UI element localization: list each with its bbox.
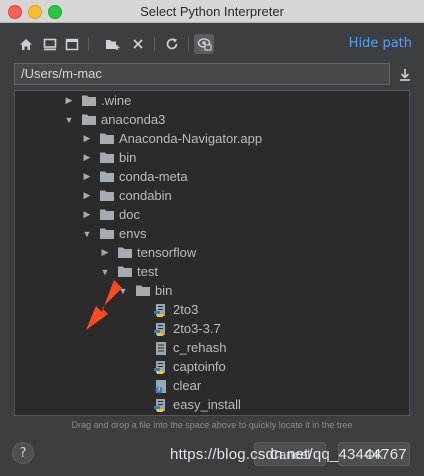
folder-icon bbox=[99, 151, 115, 164]
tree-row[interactable]: ▼ bin bbox=[117, 281, 173, 300]
folder-icon bbox=[99, 208, 115, 221]
toolbar-separator bbox=[154, 37, 155, 51]
tree-row-label: doc bbox=[119, 207, 140, 222]
folder-icon bbox=[81, 113, 97, 126]
tree-row-label: anaconda3 bbox=[101, 112, 166, 127]
tree-row-label: 2to3-3.7 bbox=[173, 321, 221, 336]
toolbar: Hide path bbox=[0, 30, 424, 58]
tree-row-label: clear bbox=[173, 378, 202, 393]
folder-icon bbox=[99, 189, 115, 202]
expanded-arrow-icon[interactable]: ▼ bbox=[99, 266, 111, 278]
folder-icon bbox=[135, 284, 151, 297]
tree-row-label: bin bbox=[119, 150, 137, 165]
toolbar-separator bbox=[188, 37, 189, 51]
collapsed-arrow-icon[interactable]: ▶ bbox=[99, 247, 111, 259]
folder-icon bbox=[99, 170, 115, 183]
hide-path-link[interactable]: Hide path bbox=[349, 36, 412, 51]
tree-row[interactable]: ▶ bin bbox=[81, 148, 137, 167]
tree-row-label: condabin bbox=[119, 188, 172, 203]
tree-row[interactable]: ▶ doc bbox=[81, 205, 140, 224]
tree-row[interactable]: ? clear bbox=[135, 376, 201, 395]
project-icon[interactable] bbox=[62, 34, 82, 54]
tree-row[interactable]: ▶ conda-meta bbox=[81, 167, 188, 186]
refresh-icon[interactable] bbox=[162, 34, 182, 54]
python-file-icon bbox=[153, 322, 169, 336]
home-icon[interactable] bbox=[16, 34, 36, 54]
tree-row-label: bin bbox=[155, 283, 173, 298]
tree-row[interactable]: c_rehash bbox=[135, 338, 226, 357]
title-bar: Select Python Interpreter bbox=[0, 0, 424, 23]
tree-row-label: captoinfo bbox=[173, 359, 226, 374]
svg-text:?: ? bbox=[157, 387, 160, 394]
toolbar-separator bbox=[88, 37, 89, 51]
tree-row-label: envs bbox=[119, 226, 147, 241]
collapsed-arrow-icon[interactable]: ▶ bbox=[81, 209, 93, 221]
expanded-arrow-icon[interactable]: ▼ bbox=[63, 114, 75, 126]
tree-row[interactable]: ▶ condabin bbox=[81, 186, 172, 205]
tree-row-label: Anaconda-Navigator.app bbox=[119, 131, 263, 146]
tree-row[interactable]: ▶ Anaconda-Navigator.app bbox=[81, 129, 263, 148]
help-button[interactable]: ? bbox=[12, 442, 34, 464]
tree-row[interactable]: 2to3 bbox=[135, 300, 198, 319]
tree-row[interactable]: ▶ .wine bbox=[63, 91, 132, 110]
drag-drop-hint: Drag and drop a file into the space abov… bbox=[71, 420, 353, 430]
window-title: Select Python Interpreter bbox=[140, 4, 284, 19]
tree-row[interactable]: captoinfo bbox=[135, 357, 226, 376]
tree-row-label: conda-meta bbox=[119, 169, 188, 184]
expanded-arrow-icon[interactable]: ▼ bbox=[81, 228, 93, 240]
text-file-icon bbox=[153, 341, 169, 355]
folder-icon bbox=[117, 265, 133, 278]
unknown-file-icon: ? bbox=[153, 379, 169, 394]
annotation-arrow-icon bbox=[86, 280, 122, 330]
collapsed-arrow-icon[interactable]: ▶ bbox=[81, 133, 93, 145]
folder-icon bbox=[117, 246, 133, 259]
collapsed-arrow-icon[interactable]: ▶ bbox=[81, 190, 93, 202]
tree-row[interactable]: 2to3-3.7 bbox=[135, 319, 221, 338]
collapsed-arrow-icon[interactable]: ▶ bbox=[63, 95, 75, 107]
tree-row[interactable]: ▶ tensorflow bbox=[99, 243, 197, 262]
watermark: https://blog.csdn.net/qq_43444767 bbox=[170, 446, 407, 463]
tree-row-label: c_rehash bbox=[173, 340, 227, 355]
collapsed-arrow-icon[interactable]: ▶ bbox=[81, 171, 93, 183]
tree-row[interactable]: easy_install bbox=[135, 395, 241, 414]
folder-icon bbox=[81, 94, 97, 107]
file-tree[interactable]: ▶ .wine ▼ anaconda3 ▶ Anaconda-Navigator.app ▶… bbox=[14, 90, 410, 416]
folder-icon bbox=[99, 132, 115, 145]
tree-row-label: .wine bbox=[101, 93, 132, 108]
python-file-icon bbox=[153, 303, 169, 317]
delete-icon[interactable] bbox=[128, 34, 148, 54]
desktop-icon[interactable] bbox=[40, 34, 60, 54]
collapsed-arrow-icon[interactable]: ▶ bbox=[81, 152, 93, 164]
tree-row[interactable]: ▼ anaconda3 bbox=[63, 110, 166, 129]
tree-row[interactable]: ▼ envs bbox=[81, 224, 147, 243]
tree-row-label: test bbox=[137, 264, 158, 279]
tree-row-label: 2to3 bbox=[173, 302, 199, 317]
python-file-icon bbox=[153, 398, 169, 412]
tree-row-label: easy_install bbox=[173, 397, 241, 412]
show-hidden-icon[interactable] bbox=[194, 34, 214, 54]
dialog-window: Select Python Interpreter Hide path /Use… bbox=[0, 0, 424, 476]
path-input[interactable]: /Users/m-mac bbox=[14, 63, 390, 85]
folder-icon bbox=[99, 227, 115, 240]
python-file-icon bbox=[153, 360, 169, 374]
tree-row-label: tensorflow bbox=[137, 245, 197, 260]
download-icon[interactable] bbox=[396, 66, 414, 84]
new-folder-icon[interactable] bbox=[102, 34, 122, 54]
